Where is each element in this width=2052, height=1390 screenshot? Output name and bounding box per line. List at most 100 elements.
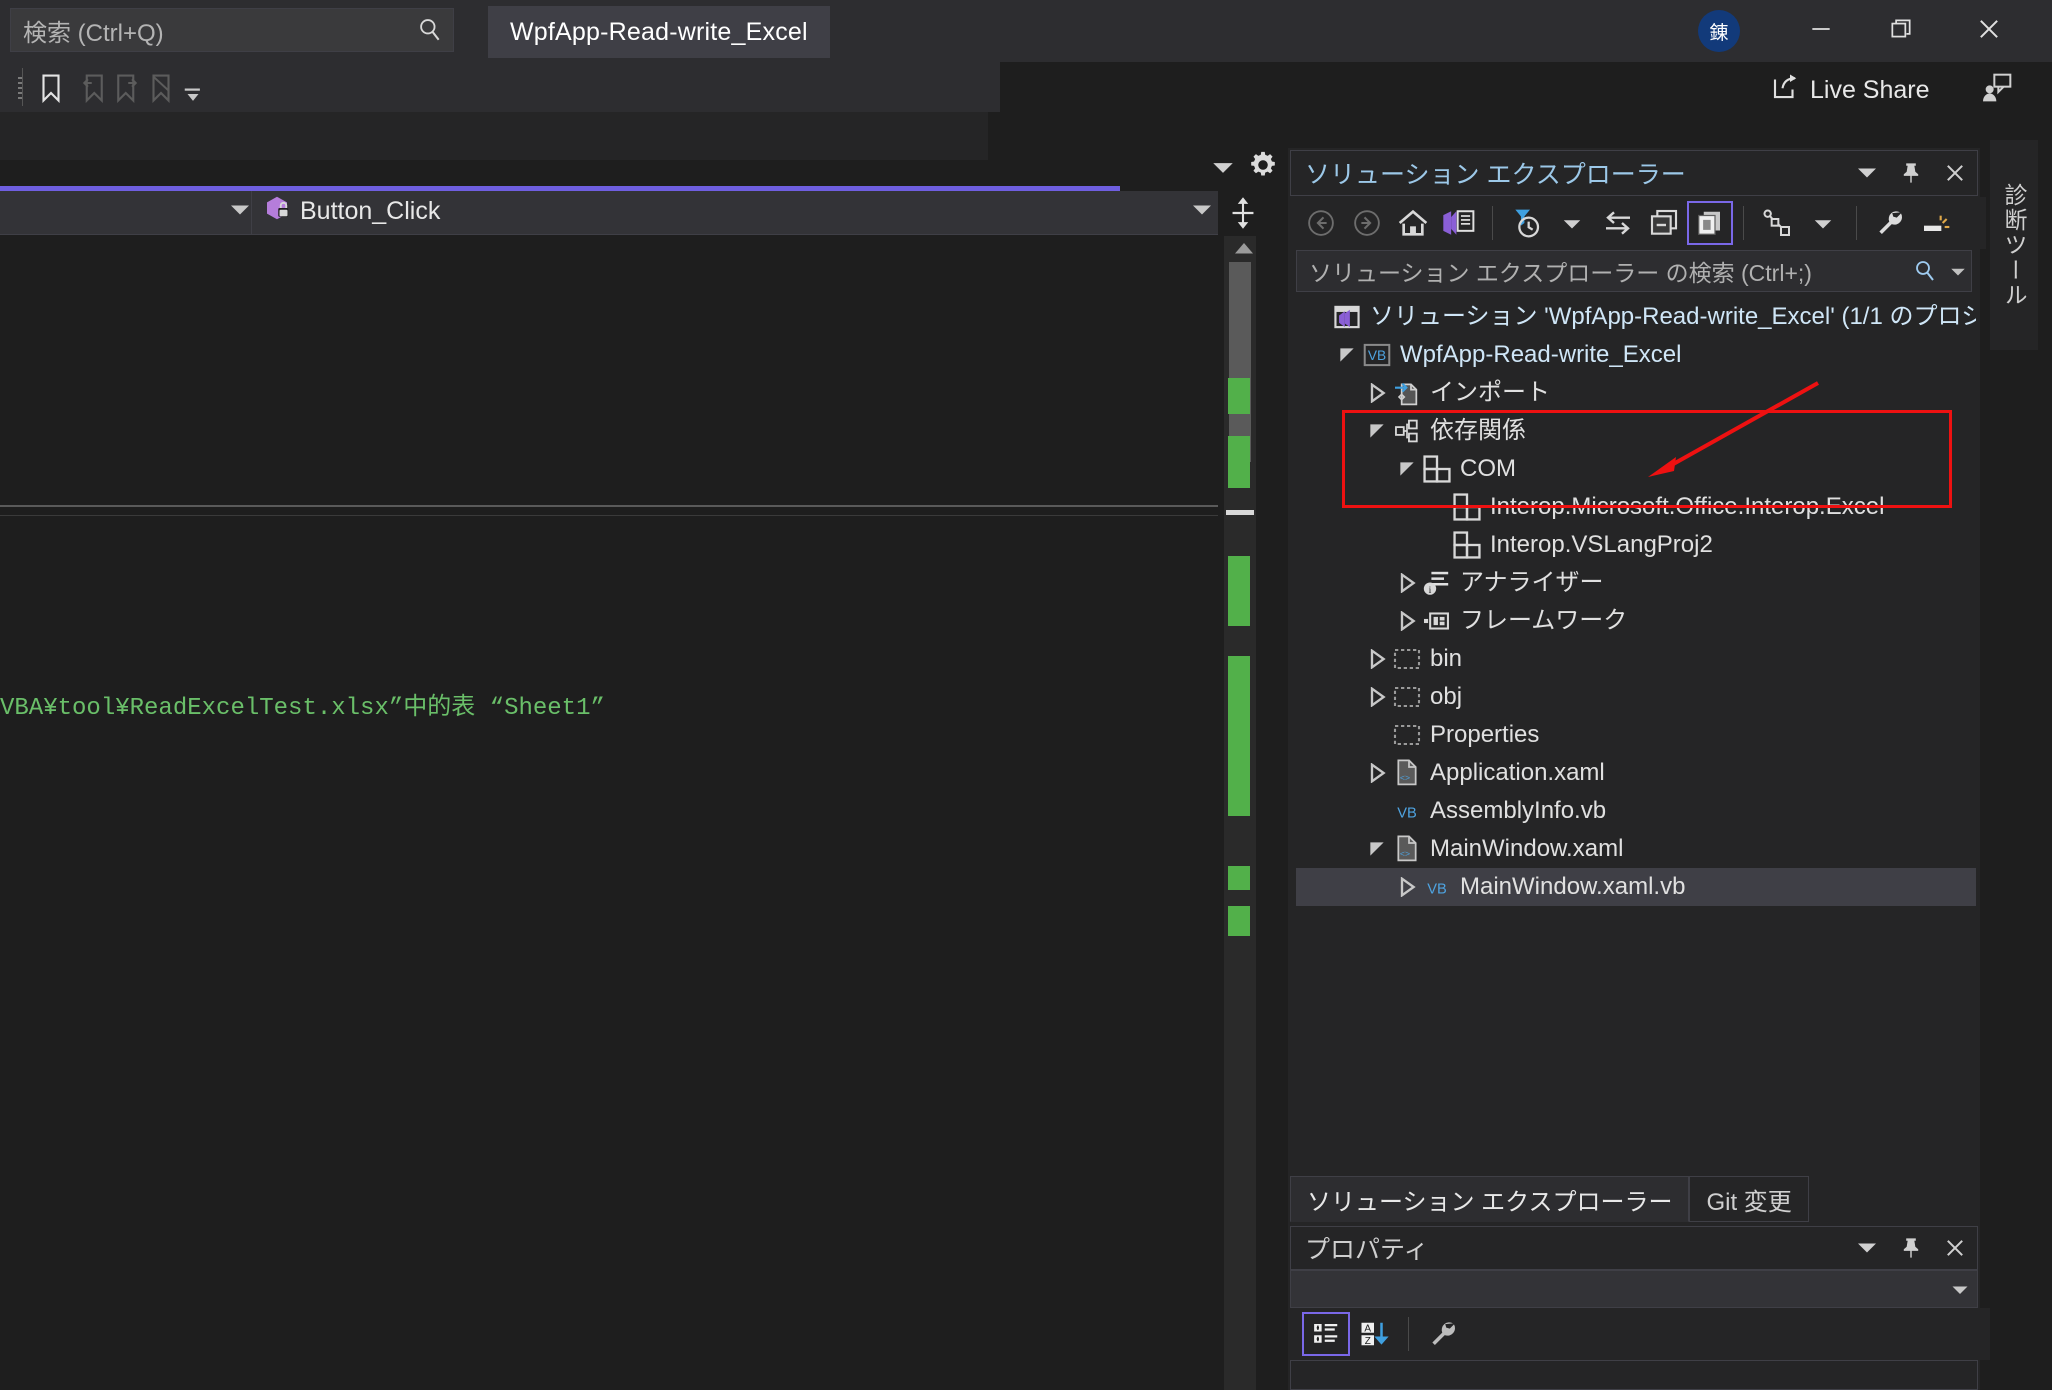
bookmark-icon[interactable] <box>30 70 72 106</box>
expand-arrow-closed-icon[interactable] <box>1364 374 1390 412</box>
toolbar-divider <box>1856 206 1857 240</box>
tree-item[interactable]: <> MainWindow.xaml <box>1296 830 1976 868</box>
properties-title: プロパティ <box>1305 1236 1429 1264</box>
tree-item-label: WpfApp-Read-write_Excel <box>1400 341 1682 368</box>
properties-grid[interactable] <box>1290 1360 1978 1390</box>
tree-item[interactable]: ソリューション 'WpfApp-Read-write_Excel' (1/1 の… <box>1296 298 1976 336</box>
expand-arrow-closed-icon[interactable] <box>1364 754 1390 792</box>
code-separator-line-2 <box>0 515 1218 516</box>
close-icon[interactable] <box>1933 1226 1977 1270</box>
chevron-down-icon[interactable] <box>1845 1226 1889 1270</box>
filter-dropdown-icon[interactable] <box>1549 201 1595 245</box>
solution-view-icon[interactable] <box>1436 201 1482 245</box>
minimize-button[interactable] <box>1790 4 1852 54</box>
scrollbar-change-marker <box>1228 656 1250 816</box>
xaml-file-icon: <> <box>1390 754 1424 792</box>
expand-arrow-closed-icon[interactable] <box>1394 602 1420 640</box>
folder-hidden-icon <box>1390 678 1424 716</box>
solution-explorer-tab[interactable]: ソリューション エクスプローラー <box>1290 1176 1690 1222</box>
property-pages-wrench-icon[interactable] <box>1419 1312 1467 1356</box>
document-tab[interactable]: WpfApp-Read-write_Excel <box>488 6 830 58</box>
sync-with-active-document-icon[interactable] <box>1595 201 1641 245</box>
collapse-all-icon[interactable] <box>1641 201 1687 245</box>
show-all-files-icon[interactable] <box>1687 201 1733 245</box>
properties-toolbar: AZ <box>1290 1308 1990 1360</box>
expand-arrow-placeholder <box>1364 716 1390 754</box>
invite-people-icon[interactable] <box>1980 72 2014 109</box>
code-editor-surface[interactable] <box>0 236 1218 1390</box>
tree-item[interactable]: bin <box>1296 640 1976 678</box>
toolbar-divider <box>1743 206 1744 240</box>
live-share-button[interactable]: Live Share <box>1770 72 1930 109</box>
chevron-down-icon[interactable] <box>1945 264 1971 278</box>
alphabetical-sort-icon[interactable]: AZ <box>1350 1312 1398 1356</box>
code-text-line: VBA¥tool¥ReadExcelTest.xlsx”中的表 “Sheet1” <box>0 695 605 722</box>
close-icon[interactable] <box>1933 151 1977 195</box>
com-package-icon <box>1450 526 1484 564</box>
tree-item-label: AssemblyInfo.vb <box>1430 797 1607 824</box>
diagnostic-tools-tab[interactable]: 診断ツール <box>1990 140 2038 350</box>
solution-icon <box>1330 298 1364 336</box>
scroll-up-icon[interactable] <box>1232 240 1256 263</box>
expand-arrow-open-icon[interactable] <box>1334 336 1360 374</box>
expand-arrow-closed-icon[interactable] <box>1394 868 1420 906</box>
tree-item[interactable]: インポート <box>1296 374 1976 412</box>
expand-arrow-closed-icon[interactable] <box>1364 678 1390 716</box>
tree-item[interactable]: <> Application.xaml <box>1296 754 1976 792</box>
scrollbar-thumb[interactable] <box>1229 262 1251 462</box>
tree-item[interactable]: VB MainWindow.xaml.vb <box>1296 868 1976 906</box>
live-share-label: Live Share <box>1810 76 1930 104</box>
type-dropdown[interactable] <box>0 191 252 234</box>
member-dropdown-chevron-icon[interactable] <box>1190 200 1214 225</box>
magnifier-icon[interactable] <box>1905 259 1945 283</box>
tree-item[interactable]: Properties <box>1296 716 1976 754</box>
expand-arrow-placeholder <box>1304 298 1330 336</box>
member-dropdown-label: Button_Click <box>300 197 441 225</box>
settings-gear-icon[interactable] <box>1248 150 1278 185</box>
tree-item-label: obj <box>1430 683 1463 710</box>
home-icon[interactable] <box>1390 201 1436 245</box>
pin-icon[interactable] <box>1889 151 1933 195</box>
scrollbar-change-marker <box>1228 378 1250 414</box>
expand-arrow-closed-icon[interactable] <box>1394 564 1420 602</box>
type-dropdown-chevron-icon[interactable] <box>228 200 252 225</box>
maximize-restore-button[interactable] <box>1870 4 1932 54</box>
close-button[interactable] <box>1958 4 2020 54</box>
view-class-diagram-icon[interactable] <box>1754 201 1800 245</box>
toolbar-overflow-icon[interactable] <box>172 76 214 112</box>
forward-navigation-icon[interactable] <box>1344 201 1390 245</box>
tree-item[interactable]: i アナライザー <box>1296 564 1976 602</box>
chevron-down-icon[interactable] <box>1210 157 1236 184</box>
global-search-input[interactable]: 検索 (Ctrl+Q) <box>10 8 454 52</box>
solution-explorer-tab-label: Git 変更 <box>1706 1188 1792 1216</box>
tree-item[interactable]: VB AssemblyInfo.vb <box>1296 792 1976 830</box>
split-window-icon[interactable] <box>1222 190 1264 236</box>
solution-explorer-search-input[interactable]: ソリューション エクスプローラー の検索 (Ctrl+;) <box>1296 250 1972 292</box>
vb-project-icon: VB <box>1360 336 1394 374</box>
tree-item[interactable]: Interop.VSLangProj2 <box>1296 526 1976 564</box>
expand-arrow-closed-icon[interactable] <box>1364 640 1390 678</box>
preview-selected-items-icon[interactable] <box>1913 201 1959 245</box>
diagnostic-tools-label: 診断ツール <box>2001 182 2027 308</box>
tree-item[interactable]: フレームワーク <box>1296 602 1976 640</box>
magnifier-icon[interactable] <box>407 17 453 43</box>
chevron-down-icon[interactable] <box>1943 1281 1977 1297</box>
avatar[interactable]: 錬 <box>1698 10 1740 52</box>
solution-explorer-tab[interactable]: Git 変更 <box>1689 1176 1809 1222</box>
tree-item-label: Interop.VSLangProj2 <box>1490 531 1713 558</box>
chevron-down-icon[interactable] <box>1845 151 1889 195</box>
back-navigation-icon[interactable] <box>1298 201 1344 245</box>
pending-changes-filter-icon[interactable] <box>1503 201 1549 245</box>
tree-item[interactable]: VB WpfApp-Read-write_Excel <box>1296 336 1976 374</box>
categorized-view-icon[interactable] <box>1302 1312 1350 1356</box>
pin-icon[interactable] <box>1889 1226 1933 1270</box>
tree-item[interactable]: obj <box>1296 678 1976 716</box>
expand-arrow-open-icon[interactable] <box>1364 830 1390 868</box>
member-dropdown[interactable]: Button_Click <box>262 193 440 230</box>
properties-wrench-icon[interactable] <box>1867 201 1913 245</box>
tree-item-label: MainWindow.xaml.vb <box>1460 873 1686 900</box>
class-diagram-dropdown-icon[interactable] <box>1800 201 1846 245</box>
properties-object-dropdown[interactable] <box>1290 1270 1978 1308</box>
tree-item-label: bin <box>1430 645 1463 672</box>
tree-item-label: Properties <box>1430 721 1540 748</box>
